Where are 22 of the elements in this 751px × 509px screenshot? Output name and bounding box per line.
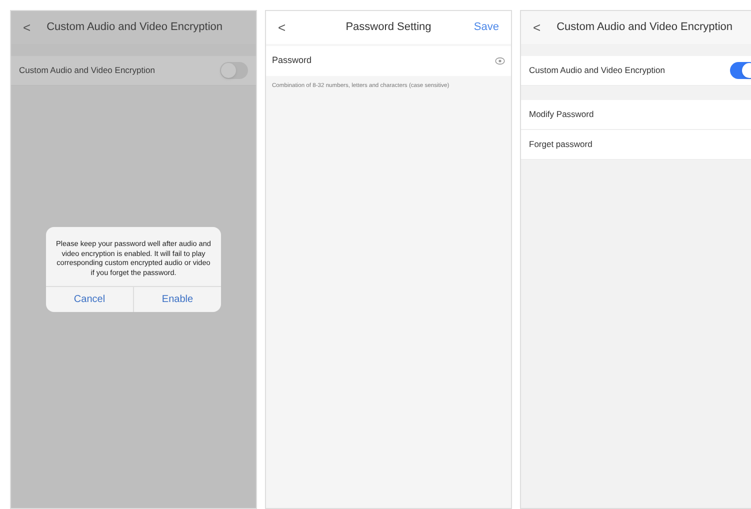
toggle-switch[interactable] (730, 62, 751, 79)
field-label: Password (272, 54, 312, 68)
dialog-button[interactable]: Cancel (46, 287, 133, 312)
save-button[interactable]: Save (468, 19, 499, 36)
back-button[interactable]: < (533, 18, 541, 38)
row-label: Forget password (529, 138, 592, 151)
password-field[interactable]: Password (266, 46, 511, 76)
settings-row[interactable]: Modify Password (521, 100, 751, 130)
settings-row[interactable]: Custom Audio and Video Encryption (521, 56, 751, 86)
back-button[interactable]: < (23, 18, 31, 38)
settings-row[interactable]: Custom Audio and Video Encryption (11, 56, 256, 86)
dialog-button[interactable]: Enable (133, 287, 221, 312)
back-button[interactable]: < (278, 18, 308, 38)
row-label: Custom Audio and Video Encryption (529, 64, 665, 77)
screen-title: Custom Audio and Video Encryption (46, 20, 223, 36)
settings-row[interactable]: Forget password (521, 130, 751, 160)
row-label: Modify Password (529, 108, 594, 121)
screen-title: Password Setting (346, 20, 432, 36)
toggle-switch[interactable] (220, 62, 248, 79)
eye-icon[interactable] (495, 57, 505, 65)
row-label: Custom Audio and Video Encryption (19, 64, 155, 77)
screen-title: Custom Audio and Video Encryption (556, 20, 733, 36)
